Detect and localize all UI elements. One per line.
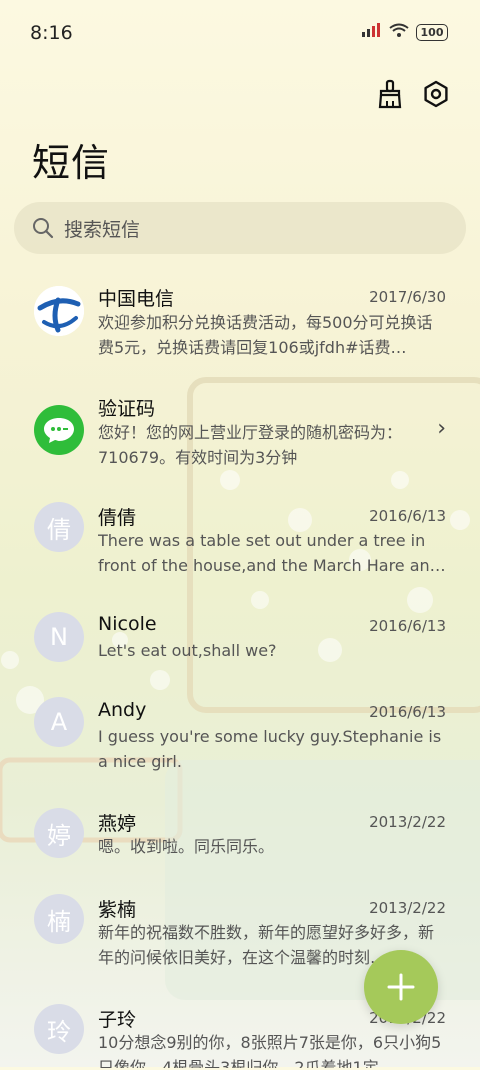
brush-icon xyxy=(378,79,402,109)
contact-name: 子玲 xyxy=(98,1009,137,1031)
wifi-icon xyxy=(388,22,410,42)
contact-name: 中国电信 xyxy=(98,288,175,310)
page-title: 短信 xyxy=(32,141,111,185)
avatar: 楠 xyxy=(34,894,84,944)
contact-name: 验证码 xyxy=(98,398,156,420)
sms-bubble-icon xyxy=(44,418,74,443)
contact-name: 紫楠 xyxy=(98,899,137,921)
message-date: 2016/6/13 xyxy=(369,617,446,635)
message-date: 2013/2/22 xyxy=(369,813,446,831)
message-preview: I guess you're some lucky guy.Stephanie … xyxy=(98,727,442,771)
list-item[interactable]: 倩 倩倩 2016/6/13 There was a table set out… xyxy=(0,488,480,598)
message-preview: 您好！您的网上营业厅登录的随机密码为：710679。有效时间为3分钟 xyxy=(98,423,403,467)
avatar: 玲 xyxy=(34,1004,84,1054)
new-message-button[interactable] xyxy=(364,950,438,1024)
top-actions xyxy=(374,78,452,110)
list-item[interactable]: A Andy 2016/6/13 I guess you're some luc… xyxy=(0,684,480,794)
message-date: 2016/6/13 xyxy=(369,703,446,721)
battery-icon: 100 xyxy=(416,23,448,41)
status-icons: 100 xyxy=(360,22,448,42)
message-date: 2016/6/13 xyxy=(369,507,446,525)
message-preview: 嗯。收到啦。同乐同乐。 xyxy=(98,837,275,856)
plus-icon xyxy=(387,973,415,1001)
search-bar[interactable]: 搜索短信 xyxy=(14,202,466,254)
telecom-logo-icon xyxy=(34,286,84,336)
avatar xyxy=(34,405,84,455)
avatar: 倩 xyxy=(34,502,84,552)
list-item[interactable]: 验证码 您好！您的网上营业厅登录的随机密码为：710679。有效时间为3分钟 › xyxy=(0,378,480,488)
contact-name: Nicole xyxy=(98,613,157,635)
chevron-right-icon: › xyxy=(437,416,446,441)
search-icon xyxy=(33,218,54,239)
message-date: 2017/6/30 xyxy=(369,288,446,306)
avatar: A xyxy=(34,697,84,747)
contact-name: 倩倩 xyxy=(98,507,137,529)
signal-icon xyxy=(360,22,382,42)
settings-button[interactable] xyxy=(420,78,452,110)
search-placeholder: 搜索短信 xyxy=(64,218,141,241)
avatar xyxy=(34,286,84,336)
contact-name: Andy xyxy=(98,699,147,721)
list-item[interactable]: 婷 燕婷 2013/2/22 嗯。收到啦。同乐同乐。 xyxy=(0,794,480,880)
status-time: 8:16 xyxy=(30,22,73,44)
contact-name: 燕婷 xyxy=(98,813,137,835)
message-preview: 欢迎参加积分兑换话费活动，每500分可兑换话费5元，兑换话费请回复106或jfd… xyxy=(98,313,433,357)
clean-brush-button[interactable] xyxy=(374,78,406,110)
avatar: N xyxy=(34,612,84,662)
gear-icon xyxy=(424,80,448,108)
message-preview: 10分想念9别的你，8张照片7张是你，6只小狗5只像你，4根骨头3根归你，2爪着… xyxy=(98,1033,442,1068)
avatar: 婷 xyxy=(34,808,84,858)
list-item[interactable]: 中国电信 2017/6/30 欢迎参加积分兑换话费活动，每500分可兑换话费5元… xyxy=(0,268,480,378)
message-preview: There was a table set out under a tree i… xyxy=(98,531,446,575)
status-bar: 8:16 100 xyxy=(0,0,480,66)
message-date: 2013/2/22 xyxy=(369,899,446,917)
message-preview: Let's eat out,shall we? xyxy=(98,641,277,660)
list-item[interactable]: N Nicole 2016/6/13 Let's eat out,shall w… xyxy=(0,598,480,684)
